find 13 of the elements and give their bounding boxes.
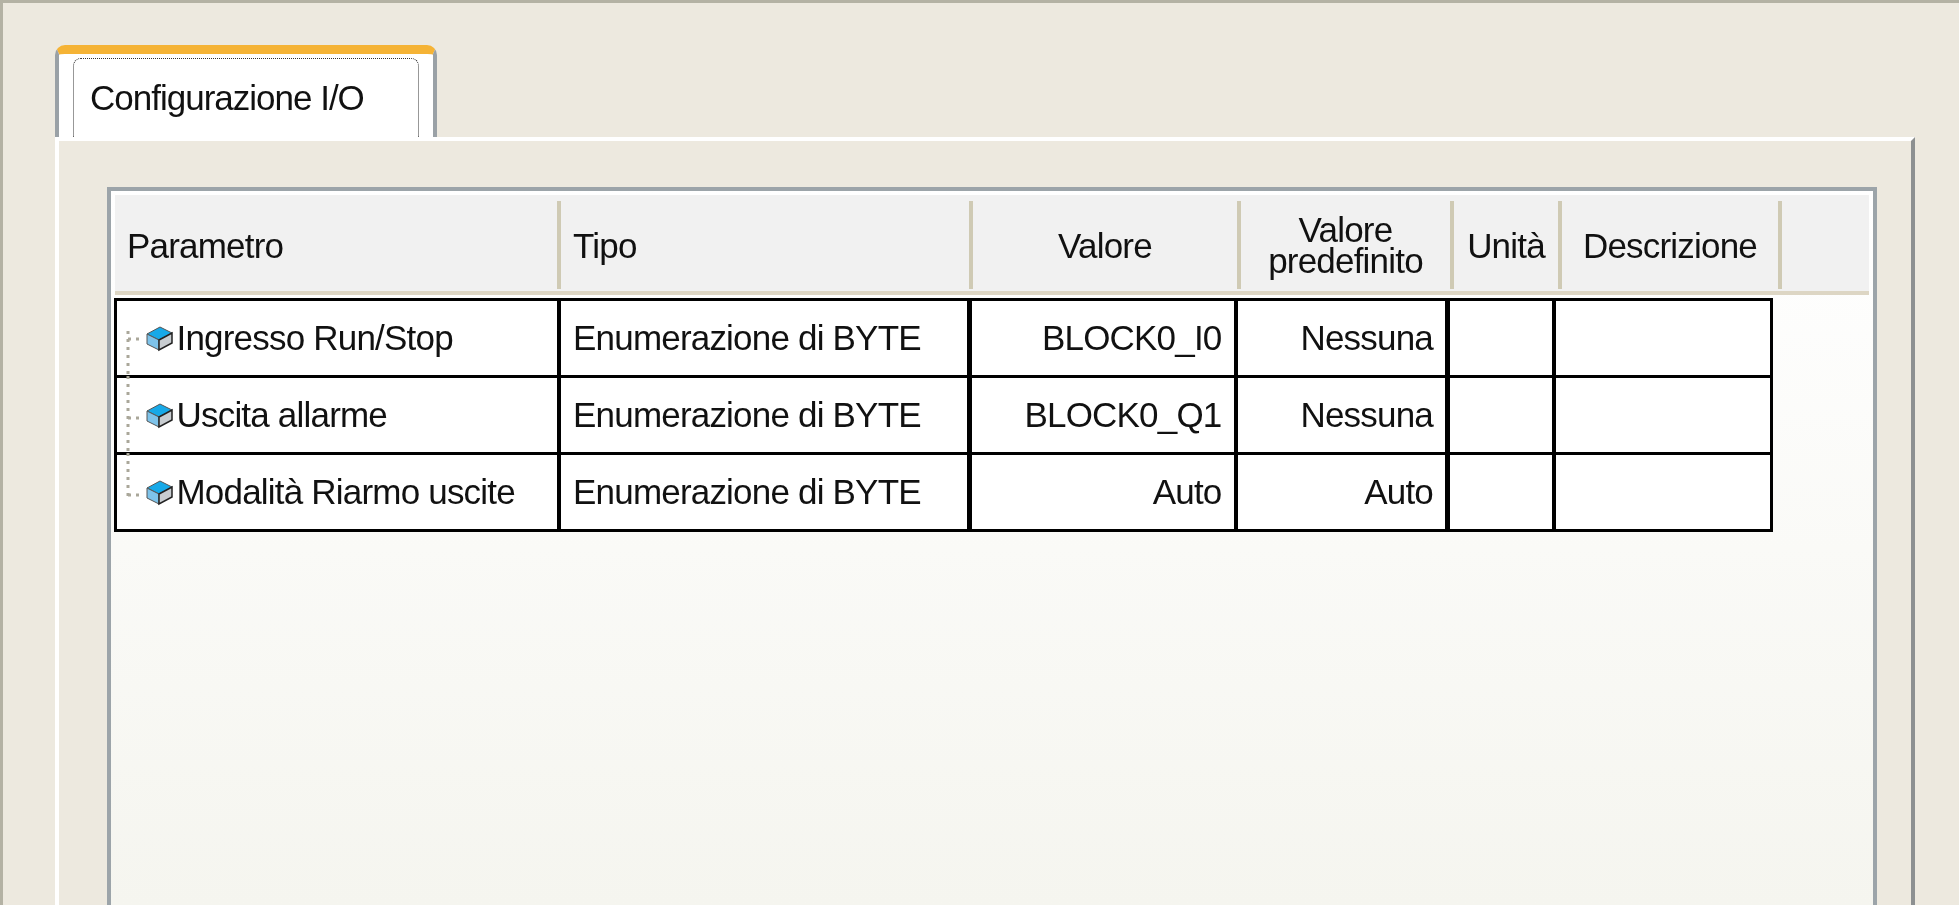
table-cell: Enumerazione di BYTE [558, 297, 970, 378]
tab[interactable]: Configurazione I/O [55, 45, 437, 137]
parameter-name: Modalità Riarmo uscite [176, 471, 515, 512]
column-header[interactable]: Valore [973, 201, 1241, 289]
column-header[interactable]: Unità [1454, 201, 1562, 289]
table-cell: BLOCK0_I0 [968, 297, 1237, 378]
column-header[interactable]: Valore predefinito [1241, 201, 1454, 289]
column-header[interactable]: Parametro [115, 201, 561, 289]
table-cell: Nessuna [1235, 297, 1448, 378]
column-header[interactable]: Descrizione [1562, 201, 1782, 289]
parameter-name: Ingresso Run/Stop [176, 317, 453, 358]
column-header[interactable]: Tipo [561, 201, 973, 289]
parameter-name: Uscita allarme [176, 394, 388, 435]
